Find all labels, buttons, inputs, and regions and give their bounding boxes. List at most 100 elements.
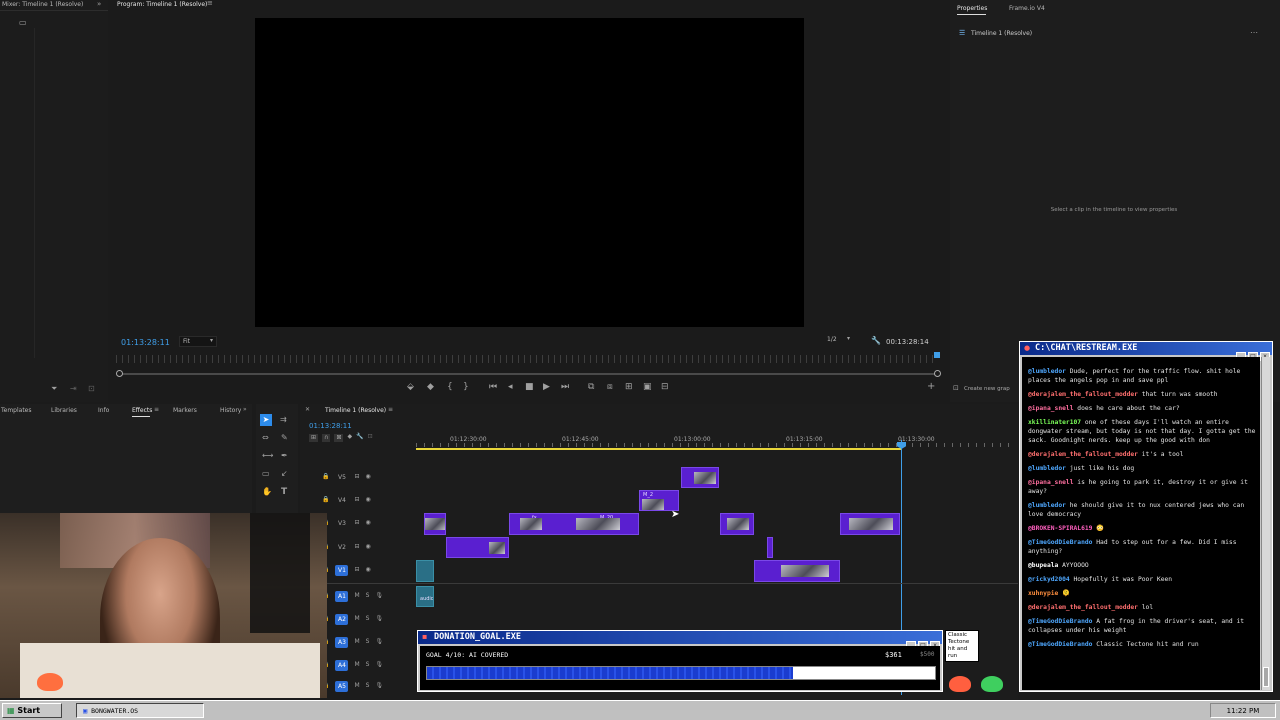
snap-icon[interactable]: ∩ bbox=[322, 434, 331, 442]
rectangle-icon[interactable]: ▭ bbox=[262, 470, 270, 478]
zoom-handle-right[interactable] bbox=[934, 370, 941, 377]
sync-icon[interactable]: ⊟ bbox=[354, 567, 359, 573]
mic-icon[interactable]: 🎙 bbox=[375, 683, 383, 689]
chat-username[interactable]: @lumbledor bbox=[1028, 368, 1066, 375]
chat-username[interactable]: @bupeala bbox=[1028, 562, 1058, 569]
nest-icon[interactable]: ⊞ bbox=[309, 434, 319, 442]
monitor-ruler[interactable] bbox=[116, 355, 938, 363]
mute-label[interactable]: M bbox=[354, 662, 359, 668]
clip-v3[interactable] bbox=[840, 513, 900, 535]
mute-label[interactable]: M bbox=[354, 616, 359, 622]
stop-icon[interactable]: ■ bbox=[525, 383, 534, 392]
clip-a1[interactable]: audio bbox=[416, 586, 434, 607]
chat-username[interactable]: @ipana_snell bbox=[1028, 405, 1074, 412]
clip-v1[interactable] bbox=[754, 560, 840, 582]
sync-icon[interactable]: ⊟ bbox=[354, 497, 359, 503]
sync-icon[interactable]: ⊟ bbox=[354, 520, 359, 526]
track-label[interactable]: V2 bbox=[335, 542, 348, 553]
chat-username[interactable]: @derajalem_the_fallout_modder bbox=[1028, 604, 1138, 611]
solo-label[interactable]: S bbox=[366, 662, 370, 668]
mixer-tab[interactable]: Mixer: Timeline 1 (Resolve) bbox=[2, 1, 83, 8]
chat-username[interactable]: @BROKEN-SPIRAL619 bbox=[1028, 525, 1092, 532]
chat-username[interactable]: @rickyd2004 bbox=[1028, 576, 1070, 583]
tab-frameio[interactable]: Frame.io V4 bbox=[1009, 5, 1045, 12]
mark-in-icon[interactable]: { bbox=[447, 383, 453, 392]
track-select-icon[interactable]: ⇉ bbox=[280, 416, 287, 424]
overwrite-icon[interactable]: ⧈ bbox=[607, 383, 613, 392]
taskbar-item[interactable]: ▣ BONGWATER.OS bbox=[76, 703, 204, 718]
in-point-icon[interactable]: ◆ bbox=[427, 383, 434, 392]
tab-effects[interactable]: Effects bbox=[132, 407, 152, 414]
tab-markers[interactable]: Markers bbox=[173, 407, 197, 414]
lift-icon[interactable]: ⊞ bbox=[625, 383, 633, 392]
chat-username[interactable]: @TimeGodDieBrando bbox=[1028, 641, 1092, 648]
chevron-right-icon[interactable]: » bbox=[97, 1, 101, 8]
clip-v2[interactable] bbox=[767, 537, 773, 558]
clip-v4[interactable]: M_2 bbox=[639, 490, 679, 511]
eye-icon[interactable]: ◉ bbox=[366, 497, 371, 503]
zoom-scrollbar[interactable] bbox=[118, 373, 940, 375]
track-label[interactable]: A1 bbox=[335, 590, 349, 602]
eye-icon[interactable]: ◉ bbox=[366, 520, 371, 526]
clip-v3[interactable] bbox=[720, 513, 754, 535]
arrow-icon[interactable]: ↙ bbox=[281, 470, 288, 478]
nav-icon[interactable]: ⇥ bbox=[70, 385, 77, 393]
zoom-handle-left[interactable] bbox=[116, 370, 123, 377]
wrench-icon[interactable]: 🔧 bbox=[871, 337, 881, 345]
solo-label[interactable]: S bbox=[366, 593, 370, 599]
create-graphic-label[interactable]: Create new grap bbox=[964, 386, 1010, 392]
slip-icon[interactable]: ⟷ bbox=[262, 452, 273, 460]
mute-label[interactable]: M bbox=[354, 639, 359, 645]
tab-properties[interactable]: Properties bbox=[957, 5, 987, 12]
lock-icon[interactable]: 🔒 bbox=[322, 474, 329, 480]
lock-icon[interactable]: 🔒 bbox=[322, 497, 329, 503]
track-label[interactable]: A2 bbox=[335, 613, 349, 625]
compare-icon[interactable]: ⊟ bbox=[661, 383, 669, 392]
hand-icon[interactable]: ✋ bbox=[262, 488, 272, 496]
track-label[interactable]: A5 bbox=[335, 680, 349, 692]
wrench-icon[interactable]: 🔧 bbox=[356, 434, 363, 442]
chat-username[interactable]: @derajalem_the_fallout_modder bbox=[1028, 391, 1138, 398]
eye-icon[interactable]: ◉ bbox=[366, 567, 371, 573]
ruler-scale[interactable] bbox=[416, 443, 1016, 447]
track-label[interactable]: V4 bbox=[335, 495, 348, 506]
monitor-playhead[interactable] bbox=[934, 352, 940, 358]
timeline-tab[interactable]: Timeline 1 (Resolve) bbox=[325, 407, 386, 414]
linked-icon[interactable]: ⊠ bbox=[334, 434, 344, 442]
panel-icon[interactable]: ▭ bbox=[19, 19, 27, 27]
pen-icon[interactable]: ✒ bbox=[281, 452, 288, 460]
type-icon[interactable]: T bbox=[281, 488, 287, 497]
menu-icon[interactable]: ≡ bbox=[388, 407, 393, 413]
mic-icon[interactable]: 🎙 bbox=[375, 593, 383, 599]
track-label[interactable]: V5 bbox=[335, 472, 348, 483]
chat-username[interactable]: @TimeGodDieBrando bbox=[1028, 539, 1092, 546]
chat-username[interactable]: @derajalem_the_fallout_modder bbox=[1028, 451, 1138, 458]
ripple-edit-icon[interactable]: ⇔ bbox=[262, 434, 269, 442]
tab-libraries[interactable]: Libraries bbox=[51, 407, 77, 414]
clip-v5[interactable] bbox=[681, 467, 719, 488]
sync-icon[interactable]: ⊟ bbox=[354, 544, 359, 550]
mark-out-icon[interactable]: } bbox=[463, 383, 469, 392]
solo-label[interactable]: S bbox=[366, 683, 370, 689]
marker-icon[interactable]: ◆ bbox=[347, 434, 352, 442]
tab-info[interactable]: Info bbox=[98, 407, 109, 414]
eye-icon[interactable]: ◉ bbox=[366, 544, 371, 550]
marker-icon[interactable]: ⬙ bbox=[407, 383, 414, 392]
chat-username[interactable]: @lumbledor bbox=[1028, 502, 1066, 509]
eye-icon[interactable]: ◉ bbox=[366, 474, 371, 480]
play-icon[interactable]: ▶ bbox=[543, 383, 550, 392]
clip-v1[interactable] bbox=[416, 560, 434, 582]
clip-v2[interactable] bbox=[446, 537, 509, 558]
step-back-icon[interactable]: ◂ bbox=[508, 383, 513, 392]
clip-v3[interactable]: fxM_20 bbox=[509, 513, 639, 535]
menu-icon[interactable]: ≡ bbox=[207, 0, 213, 7]
donation-titlebar[interactable]: ▪ DONATION_GOAL.EXE _□x bbox=[418, 631, 942, 650]
chat-titlebar[interactable]: ● C:\CHAT\RESTREAM.EXE _□x bbox=[1020, 342, 1272, 361]
chat-username[interactable]: @lumbledor bbox=[1028, 465, 1066, 472]
more-options-icon[interactable]: ⋯ bbox=[1250, 29, 1258, 37]
track-divider[interactable] bbox=[322, 583, 1018, 584]
razor-icon[interactable]: ✎ bbox=[281, 434, 288, 442]
solo-label[interactable]: S bbox=[366, 639, 370, 645]
filter-icon[interactable]: ⏷ bbox=[51, 385, 57, 393]
fit-dropdown[interactable]: Fit ▾ bbox=[179, 336, 217, 347]
